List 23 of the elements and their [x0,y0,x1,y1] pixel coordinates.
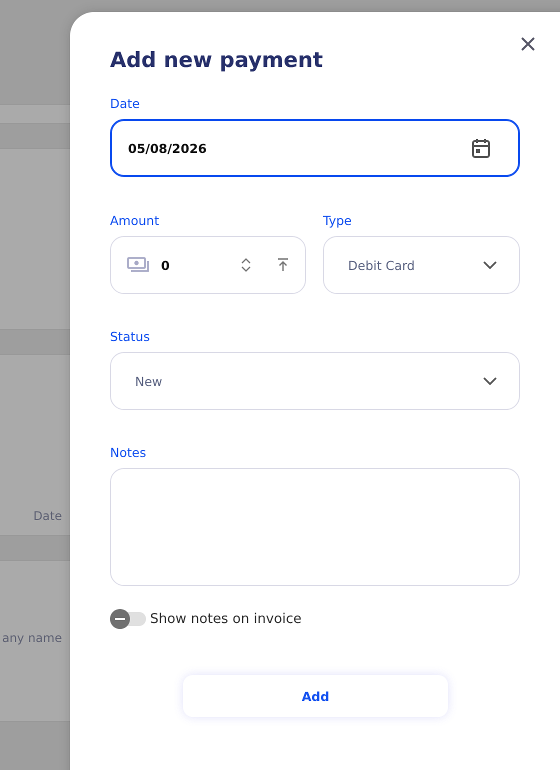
amount-field[interactable]: 0 [110,236,306,294]
toggle-switch[interactable] [110,612,146,626]
toggle-label: Show notes on invoice [150,611,302,627]
chevron-down-icon [483,261,497,269]
add-button[interactable]: Add [183,675,448,717]
field-label: Notes [110,445,148,460]
upload-icon[interactable] [277,258,289,272]
field-label: Status [110,329,151,344]
calendar-icon [472,138,490,158]
field-label: Type [323,213,353,228]
status-select[interactable]: New [110,352,520,410]
dialog-title: Add new payment [110,48,324,72]
chevron-down-icon [483,377,497,385]
type-select[interactable]: Debit Card [323,236,520,294]
close-icon [520,36,536,52]
column-header: Date [33,509,63,525]
cash-icon [127,257,149,273]
field-label: Amount [110,213,160,228]
column-header: any name [2,631,63,645]
stepper-icon[interactable] [241,258,251,272]
date-field[interactable]: 05/08/2026 [110,119,520,177]
field-label: Date [110,96,141,111]
notes-field[interactable] [110,468,520,586]
